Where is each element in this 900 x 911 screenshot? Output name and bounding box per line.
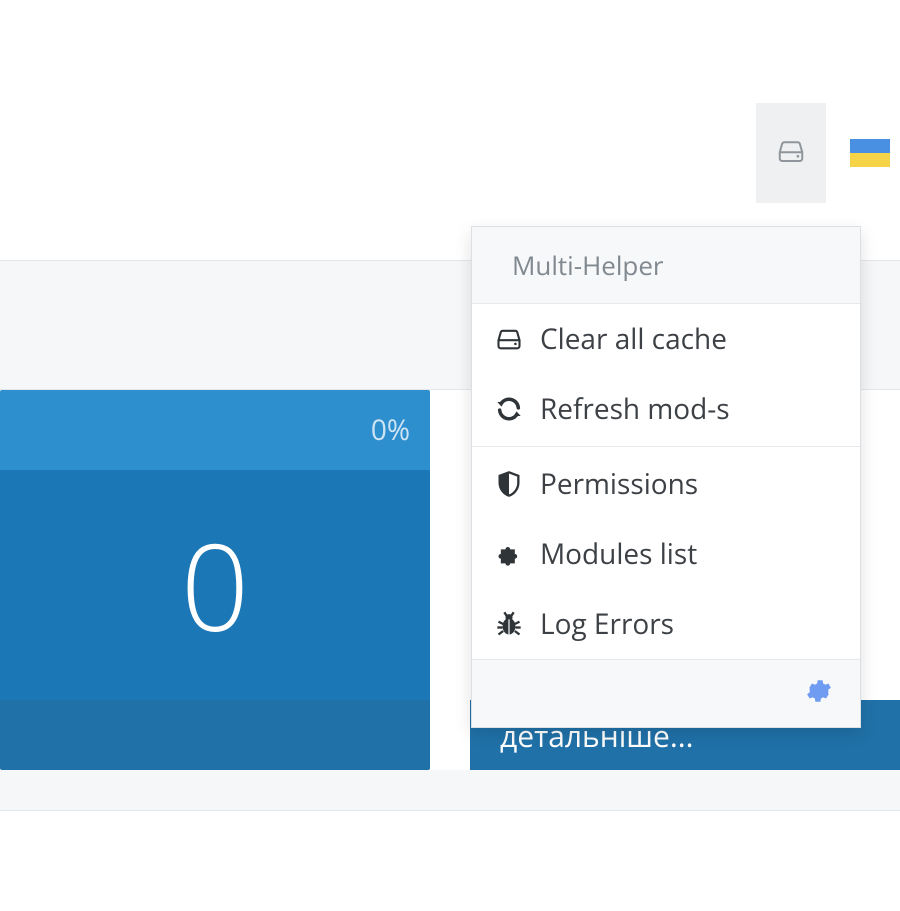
dropdown-footer (472, 659, 860, 727)
gear-icon (804, 689, 834, 711)
menu-item-label: Modules list (540, 535, 697, 573)
disk-icon (494, 324, 524, 354)
menu-clear-cache[interactable]: Clear all cache (472, 304, 860, 374)
menu-item-label: Refresh mod-s (540, 390, 730, 428)
settings-button[interactable] (804, 676, 834, 711)
menu-permissions[interactable]: Permissions (472, 449, 860, 519)
refresh-icon (494, 394, 524, 424)
top-bar (0, 0, 900, 225)
menu-item-label: Permissions (540, 465, 698, 503)
menu-item-label: Log Errors (540, 605, 674, 643)
menu-refresh-mods[interactable]: Refresh mod-s (472, 374, 860, 444)
multi-helper-toggle[interactable] (756, 103, 826, 203)
dropdown-header: Multi-Helper (472, 227, 860, 304)
menu-item-label: Clear all cache (540, 320, 727, 358)
stat-value: 0 (181, 504, 250, 667)
menu-log-errors[interactable]: Log Errors (472, 589, 860, 659)
stat-card: 0% 0 (0, 390, 430, 770)
disk-icon (776, 136, 806, 171)
multi-helper-dropdown: Multi-Helper Clear all cache Refresh mod… (471, 226, 861, 728)
puzzle-icon (494, 539, 524, 569)
shield-icon (494, 469, 524, 499)
menu-modules-list[interactable]: Modules list (472, 519, 860, 589)
bug-icon (494, 609, 524, 639)
stat-card-more[interactable] (0, 700, 430, 770)
language-flag-ua[interactable] (850, 139, 890, 167)
stat-percent: 0% (371, 411, 410, 449)
